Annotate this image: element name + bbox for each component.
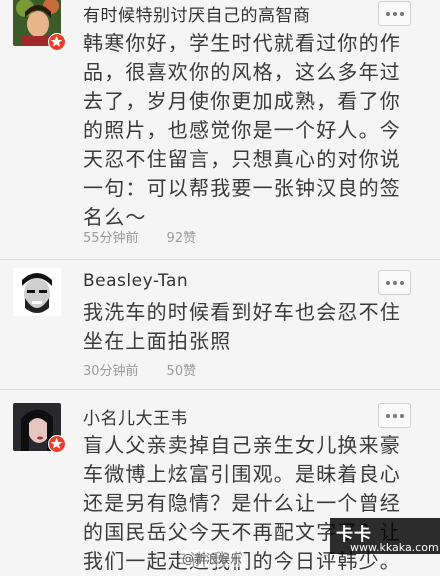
comment-text: 我洗车的时候看到好车也会忍不住 坐在上面拍张照: [83, 298, 403, 356]
more-dot-icon: [392, 413, 397, 418]
watermark-url: www.kkaka.com: [350, 541, 439, 554]
comment-username[interactable]: 小名儿大王韦: [83, 404, 188, 429]
more-dot-icon: [399, 11, 404, 16]
more-dot-icon: [392, 280, 397, 285]
comment-line: 盲人父亲卖掉自己亲生女儿换来豪: [83, 433, 401, 457]
comment-line: 车微博上炫富引围观。是昧着良心: [83, 462, 401, 486]
more-dot-icon: [399, 280, 404, 285]
comment-line: 我洗车的时候看到好车也会忍不住: [83, 300, 401, 324]
comment-line: 品，很喜欢你的风格，这么多年过: [83, 60, 401, 84]
more-options-button[interactable]: [378, 1, 411, 26]
avatar[interactable]: [13, 268, 61, 316]
comment-username[interactable]: 有时候特别讨厌自己的高智商: [83, 1, 311, 26]
comment-line: 天忍不住留言，只想真心的对你说: [83, 147, 401, 171]
like-count[interactable]: 92赞: [167, 231, 197, 246]
like-count[interactable]: 50赞: [167, 364, 197, 379]
source-watermark: @新浪娱乐: [180, 550, 245, 567]
more-dot-icon: [392, 11, 397, 16]
more-options-button[interactable]: [378, 270, 411, 295]
more-dot-icon: [385, 11, 390, 16]
comment-line: 去了，岁月使你更加成熟，看了你: [83, 89, 401, 113]
more-dot-icon: [399, 413, 404, 418]
comment-item: Beasley-Tan 我洗车的时候看到好车也会忍不住 坐在上面拍张照 30分钟…: [0, 259, 440, 390]
comment-line: 韩寒你好，学生时代就看过你的作: [83, 31, 401, 55]
comment-item: 有时候特别讨厌自己的高智商 韩寒你好，学生时代就看过你的作 品，很喜欢你的风格，…: [0, 0, 440, 260]
verified-badge-icon: [48, 435, 66, 453]
comment-time: 30分钟前: [83, 364, 139, 379]
more-dot-icon: [385, 413, 390, 418]
comment-line: 坐在上面拍张照: [83, 329, 232, 353]
comment-meta: 55分钟前 92赞: [83, 227, 196, 246]
comment-username[interactable]: Beasley-Tan: [83, 271, 188, 291]
comment-meta: 30分钟前 50赞: [83, 360, 196, 379]
comment-line: 的照片，也感觉你是一个好人。今: [83, 118, 401, 142]
more-options-button[interactable]: [378, 403, 411, 428]
comment-text: 韩寒你好，学生时代就看过你的作 品，很喜欢你的风格，这么多年过 去了，岁月使你更…: [83, 29, 403, 232]
more-dot-icon: [385, 280, 390, 285]
comment-time: 55分钟前: [83, 231, 139, 246]
verified-badge-icon: [48, 33, 66, 51]
comment-line: 还是另有隐情？是什么让一个曾经: [83, 491, 401, 515]
comment-line: 一句：可以帮我要一张钟汉良的签: [83, 176, 401, 200]
